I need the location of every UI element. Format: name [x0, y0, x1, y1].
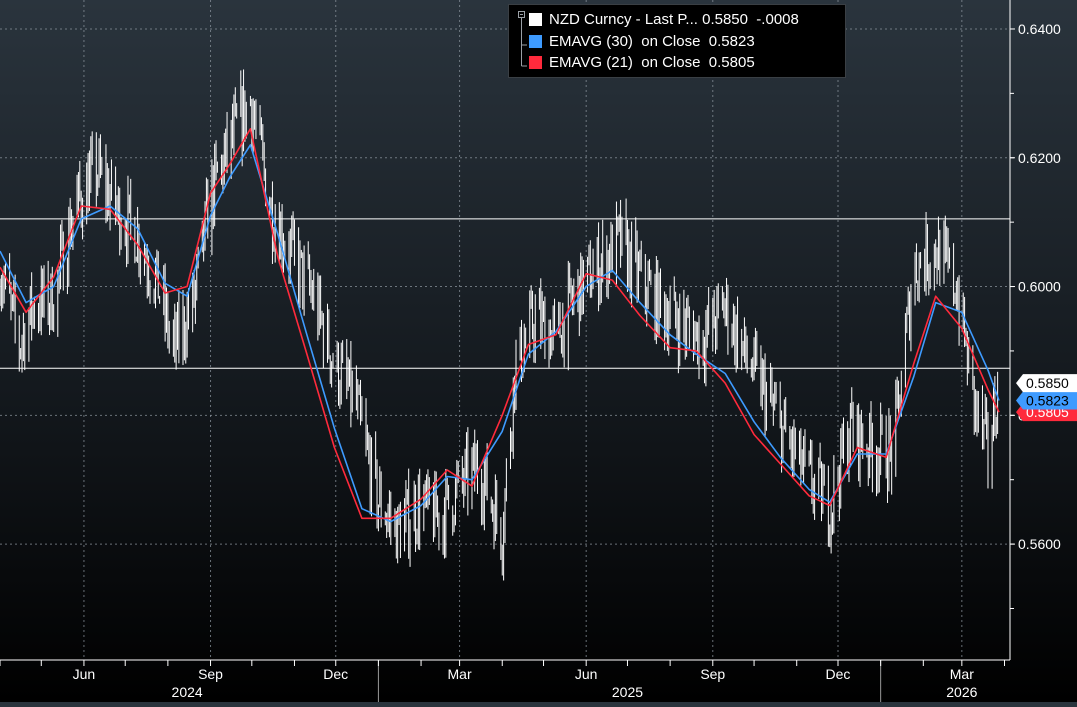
legend-label-ema30: EMAVG (30) on Close 0.5823 [549, 33, 755, 50]
x-tick-label: Jun [73, 666, 96, 682]
x-tick-label: Mar [448, 666, 472, 682]
x-tick-label: Sep [700, 666, 725, 682]
ema30-swatch-icon [529, 35, 542, 48]
legend-label-ema21: EMAVG (21) on Close 0.5805 [549, 54, 755, 71]
x-tick-label: Dec [323, 666, 348, 682]
legend-row-ema21[interactable]: EMAVG (21) on Close 0.5805 [509, 53, 845, 73]
y-tick-label: 0.6000 [1018, 279, 1061, 295]
legend[interactable]: NZD Curncy - Last P... 0.5850 -.0008 EMA… [508, 4, 846, 78]
legend-row-price[interactable]: NZD Curncy - Last P... 0.5850 -.0008 [509, 10, 845, 30]
price-last-tag-label: 0.5850 [1026, 375, 1069, 391]
ema30-last-tag-label: 0.5823 [1026, 393, 1069, 409]
legend-row-ema30[interactable]: EMAVG (30) on Close 0.5823 [509, 32, 845, 52]
year-label: 2025 [612, 684, 643, 700]
ema21-swatch-icon [529, 56, 542, 69]
y-tick-label: 0.6400 [1018, 21, 1061, 37]
x-tick-label: Jun [575, 666, 598, 682]
horizontal-lines [0, 218, 1010, 369]
grid-layer [0, 0, 1010, 660]
price-chart: 0.64000.62000.60000.58000.5600JunSepDecM… [0, 0, 1077, 702]
price-last-tag: 0.5850 [1016, 374, 1077, 393]
axes: 0.64000.62000.60000.58000.5600JunSepDecM… [0, 0, 1061, 702]
y-tick-label: 0.6200 [1018, 150, 1061, 166]
y-tick-label: 0.5600 [1018, 536, 1061, 552]
x-tick-label: Dec [826, 666, 851, 682]
price-swatch-icon [529, 13, 542, 26]
x-tick-label: Mar [950, 666, 974, 682]
chart-svg: 0.64000.62000.60000.58000.5600JunSepDecM… [0, 0, 1077, 702]
last-value-tags: 0.58050.58230.5850 [1016, 374, 1077, 422]
legend-label-price: NZD Curncy - Last P... 0.5850 -.0008 [549, 11, 799, 28]
year-label: 2026 [946, 684, 977, 700]
x-tick-label: Sep [198, 666, 223, 682]
year-label: 2024 [172, 684, 203, 700]
ema30-last-tag: 0.5823 [1016, 391, 1077, 410]
price-series [0, 69, 999, 581]
